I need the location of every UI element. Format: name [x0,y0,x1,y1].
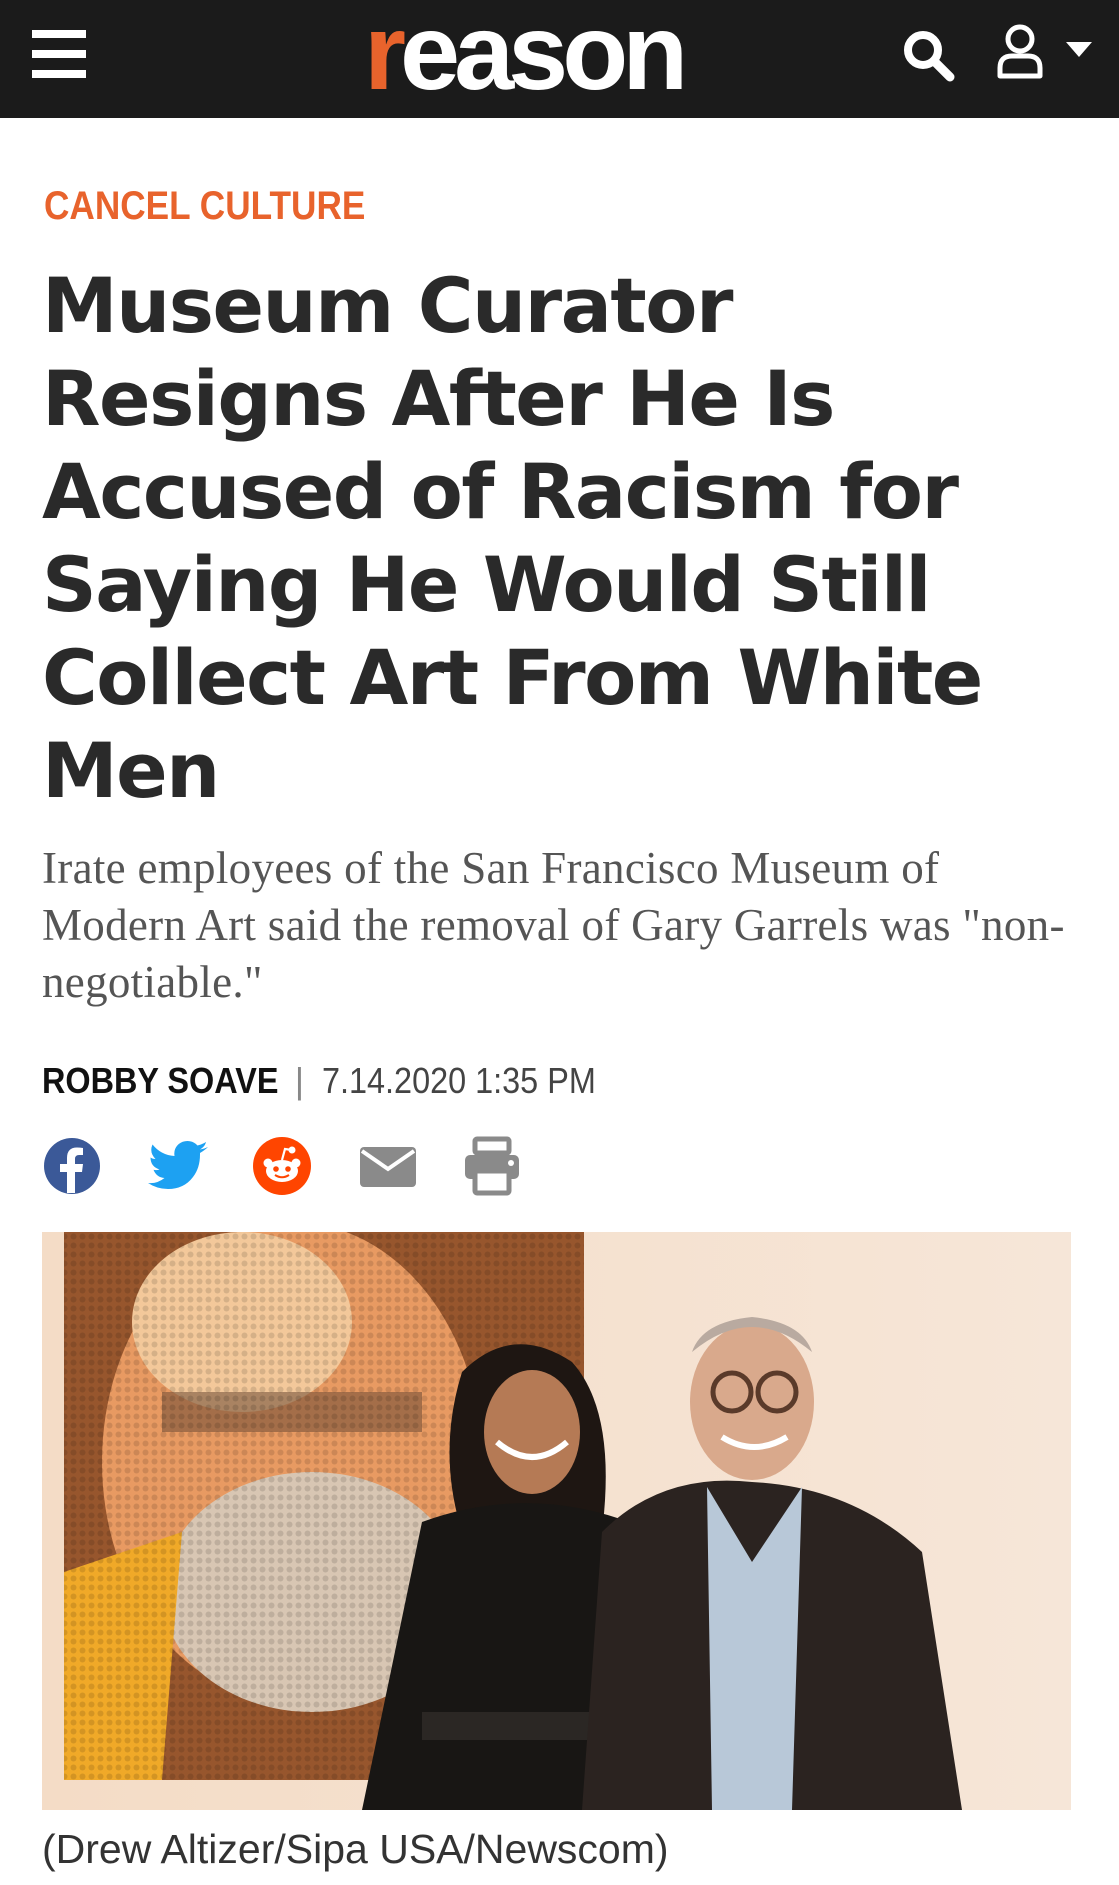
print-icon[interactable] [461,1135,523,1197]
publish-date: 7.14.2020 1:35 PM [322,1060,596,1101]
hamburger-menu-icon[interactable] [32,30,86,78]
article-photo [42,1232,1071,1810]
reddit-icon[interactable] [252,1135,312,1197]
caret-down-icon[interactable] [1066,42,1092,58]
photo-caption: (Drew Altizer/Sipa USA/Newscom) [42,1826,669,1872]
twitter-icon[interactable] [148,1135,210,1197]
search-icon[interactable] [900,27,956,83]
byline-separator: | [294,1060,305,1101]
byline: ROBBY SOAVE | 7.14.2020 1:35 PM [42,1058,626,1104]
author-link[interactable]: ROBBY SOAVE [42,1058,278,1104]
article-category[interactable]: CANCEL CULTURE [44,182,365,230]
user-icon[interactable] [995,22,1045,80]
logo-rest: eason [400,0,688,112]
article-dek: Irate employees of the San Francisco Mus… [42,843,1065,1007]
site-logo[interactable]: reason [364,0,688,112]
email-icon[interactable] [357,1135,419,1197]
top-nav-bar: reason [0,0,1119,118]
facebook-icon[interactable] [42,1135,102,1197]
logo-accent-letter: r [364,0,406,112]
article-headline: Museum Curator Resigns After He Is Accus… [42,261,983,815]
